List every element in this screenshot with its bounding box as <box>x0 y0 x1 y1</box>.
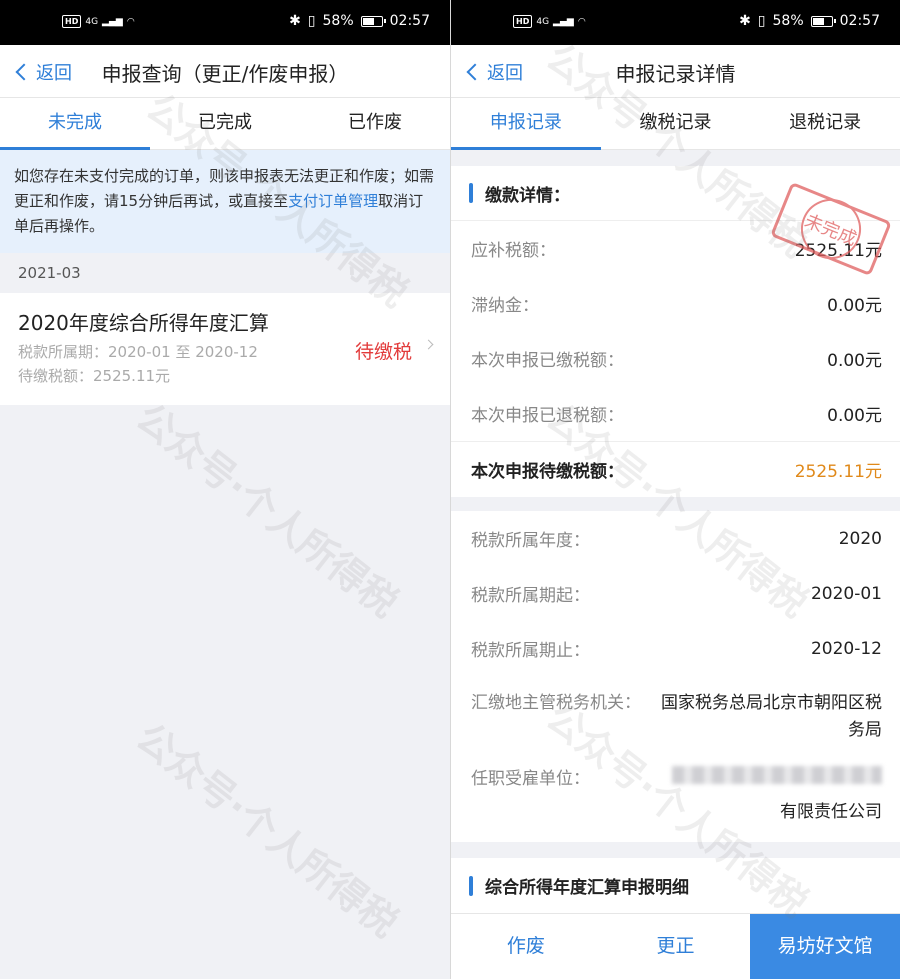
network-icon: 4G <box>536 16 550 27</box>
record-pending: 待缴税额：2525.11元 <box>18 367 171 385</box>
payment-order-link[interactable]: 支付订单管理 <box>288 192 378 210</box>
nav-bar: 返回 申报记录详情 <box>451 45 900 98</box>
redacted-text <box>672 766 882 784</box>
hd-icon: HD <box>513 15 533 28</box>
tab-bar: 未完成 已完成 已作废 <box>0 98 450 150</box>
battery-percent: 58% <box>322 13 354 29</box>
row-tax-authority: 汇缴地主管税务机关： 国家税务总局北京市朝阳区税务局 <box>471 693 882 740</box>
page-title: 申报查询（更正/作废申报） <box>101 62 349 86</box>
left-screen: HD 4G ▂▄▆ ◠ ✱ ▯ 58% 02:57 返回 申报查询（更正/作废申… <box>0 0 450 979</box>
signal-icon: ▂▄▆ <box>102 16 123 27</box>
section-title: 综合所得年度汇算申报明细 <box>485 878 689 898</box>
section-bar <box>469 183 473 203</box>
right-screen: HD 4G ▂▄▆ ◠ ✱ ▯ 58% 02:57 返回 申报记录详情 申报记录… <box>451 0 900 979</box>
row-period-start: 税款所属期起： 2020-01 <box>471 583 882 607</box>
record-title: 2020年度综合所得年度汇算 <box>18 311 269 335</box>
vibrate-icon: ▯ <box>307 13 316 29</box>
tab-payment-records[interactable]: 缴税记录 <box>601 98 751 149</box>
detail-section[interactable]: 综合所得年度汇算申报明细 <box>451 858 900 913</box>
wifi-icon: ◠ <box>577 16 586 27</box>
correct-button[interactable]: 更正 <box>601 914 751 979</box>
row-employer: 任职受雇单位： 有限责任公司 <box>451 752 900 834</box>
tab-bar: 申报记录 缴税记录 退税记录 <box>451 98 900 150</box>
status-bar: HD 4G ▂▄▆ ◠ ✱ ▯ 58% 02:57 <box>451 0 900 45</box>
bluetooth-icon: ✱ <box>739 13 751 29</box>
clock: 02:57 <box>389 13 430 29</box>
battery-percent: 58% <box>772 13 804 29</box>
row-period-end: 税款所属期止： 2020-12 <box>471 638 882 662</box>
primary-action-button[interactable]: 易坊好文馆 <box>750 914 900 979</box>
info-card: 税款所属年度： 2020 税款所属期起： 2020-01 税款所属期止： 202… <box>451 511 900 842</box>
vibrate-icon: ▯ <box>757 13 766 29</box>
row-refunded: 本次申报已退税额： 0.00元 <box>471 406 882 426</box>
row-total-due: 本次申报待缴税额： 2525.11元 <box>451 441 900 497</box>
tab-completed[interactable]: 已完成 <box>150 98 300 149</box>
status-bar: HD 4G ▂▄▆ ◠ ✱ ▯ 58% 02:57 <box>0 0 450 45</box>
month-header: 2021-03 <box>0 253 450 293</box>
row-late-fee: 滞纳金： 0.00元 <box>471 296 882 316</box>
bluetooth-icon: ✱ <box>289 13 301 29</box>
notice-banner: 如您存在未支付完成的订单，则该申报表无法更正和作废；如需更正和作废，请15分钟后… <box>0 150 450 253</box>
void-button[interactable]: 作废 <box>451 914 601 979</box>
section-title: 缴款详情： <box>485 185 570 206</box>
nav-bar: 返回 申报查询（更正/作废申报） <box>0 45 450 98</box>
tab-refund-records[interactable]: 退税记录 <box>750 98 900 149</box>
tab-declaration-records[interactable]: 申报记录 <box>451 98 601 150</box>
row-paid: 本次申报已缴税额： 0.00元 <box>471 351 882 371</box>
bottom-action-bar: 作废 更正 易坊好文馆 <box>451 913 900 979</box>
tab-incomplete[interactable]: 未完成 <box>0 98 150 150</box>
row-tax-year: 税款所属年度： 2020 <box>471 528 882 552</box>
list-item[interactable]: 2020年度综合所得年度汇算 税款所属期：2020-01 至 2020-12 待… <box>0 293 450 405</box>
employer-value: 有限责任公司 <box>780 802 882 822</box>
hd-icon: HD <box>62 15 82 28</box>
clock: 02:57 <box>839 13 880 29</box>
section-bar <box>469 875 473 896</box>
wifi-icon: ◠ <box>126 16 135 27</box>
network-icon: 4G <box>85 16 99 27</box>
status-badge: 待缴税 <box>354 341 412 363</box>
page-title: 申报记录详情 <box>615 62 736 86</box>
tab-voided[interactable]: 已作废 <box>300 98 450 149</box>
battery-icon <box>810 15 836 27</box>
signal-icon: ▂▄▆ <box>553 16 574 27</box>
battery-icon <box>360 15 386 27</box>
